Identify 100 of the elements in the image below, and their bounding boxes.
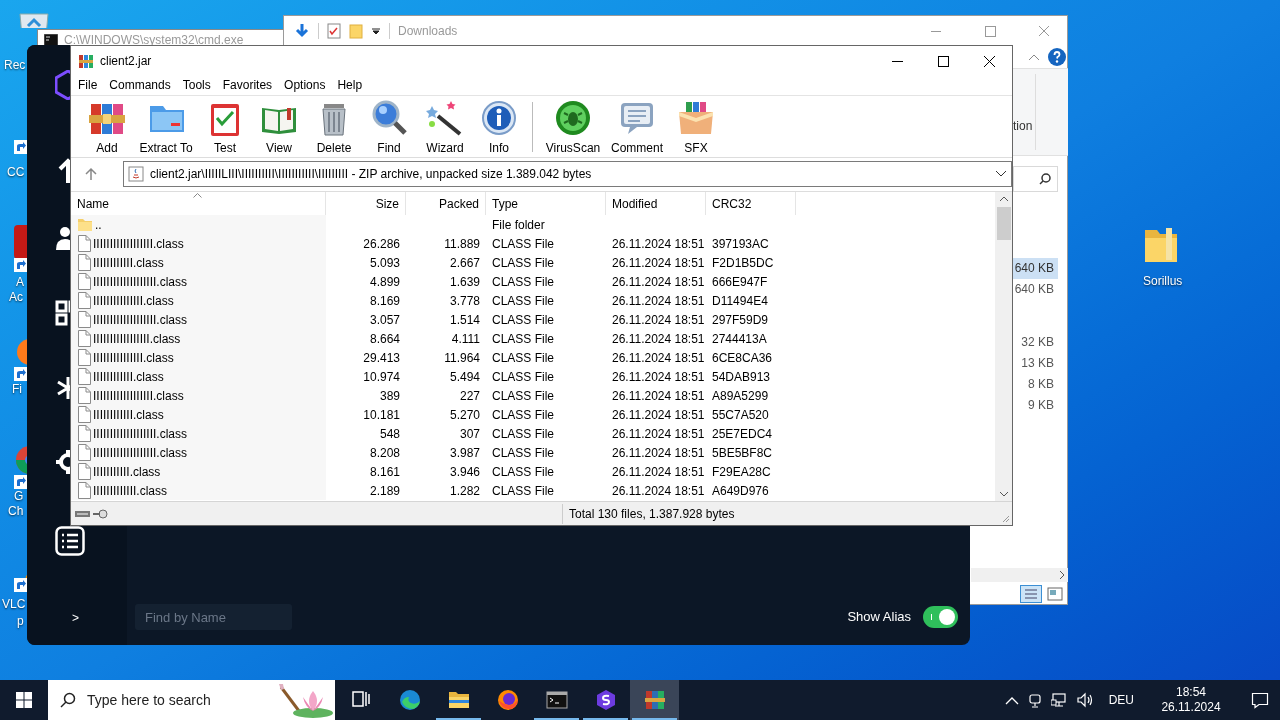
icon-label: A bbox=[16, 275, 24, 289]
dropdown-icon bbox=[995, 170, 1007, 179]
table-cell-text: CLASS File bbox=[492, 349, 555, 367]
toolbar-button[interactable]: Delete bbox=[308, 97, 360, 156]
table-cell-text: F29EA28C bbox=[712, 463, 771, 481]
details-view-icon[interactable] bbox=[1020, 585, 1042, 603]
table-cell-text: D11494E4 bbox=[712, 292, 768, 310]
toolbar-button[interactable]: Add bbox=[82, 97, 132, 156]
file-name: IIIIIIIIIII.class bbox=[93, 463, 161, 481]
column-header[interactable]: Type bbox=[486, 192, 606, 216]
menu-item[interactable]: Options bbox=[279, 76, 331, 95]
file-name: IIIIIIIIIIIII.class bbox=[93, 482, 167, 500]
table-cell-text: 26.11.2024 18:51 bbox=[612, 235, 705, 253]
list-icon[interactable] bbox=[55, 526, 85, 556]
browser-icon bbox=[398, 689, 421, 711]
table-cell-text: 26.11.2024 18:51 bbox=[612, 330, 705, 348]
menu-item[interactable]: File bbox=[73, 76, 103, 95]
minimize-icon bbox=[931, 30, 941, 32]
speaker-icon[interactable] bbox=[1075, 692, 1094, 708]
ribbon-label: tion bbox=[1013, 118, 1033, 135]
table-cell-text: 11.964 bbox=[444, 349, 480, 367]
toolbar-button[interactable]: Wizard bbox=[418, 97, 472, 156]
table-cell-text: 26.11.2024 18:51 bbox=[612, 463, 705, 481]
table-cell-text: 26.11.2024 18:51 bbox=[612, 254, 705, 272]
column-header[interactable]: Packed bbox=[406, 192, 486, 216]
browser-icon bbox=[496, 689, 519, 711]
disk-key-icon bbox=[74, 507, 110, 520]
table-cell-text: 297F59D9 bbox=[712, 311, 769, 329]
window-title: client2.jar bbox=[100, 53, 153, 70]
table-cell-text: CLASS File bbox=[492, 368, 555, 386]
toolbar-button[interactable]: SFX bbox=[667, 97, 725, 156]
dropdown-icon[interactable] bbox=[371, 26, 381, 36]
menu-item[interactable]: Tools bbox=[177, 76, 216, 95]
toolbar-button[interactable]: Comment bbox=[607, 97, 667, 156]
toolbar-button[interactable]: Find bbox=[360, 97, 418, 156]
clock[interactable]: 18:54 26.11.2024 bbox=[1155, 685, 1227, 715]
table-cell-text: CLASS File bbox=[492, 235, 555, 253]
search-field[interactable]: Find by Name bbox=[135, 604, 292, 630]
table-cell-text: CLASS File bbox=[492, 254, 555, 272]
toolbar-button[interactable]: Extract To bbox=[132, 97, 200, 156]
icon-label: Ac bbox=[9, 290, 23, 304]
menu-item[interactable]: Commands bbox=[104, 76, 176, 95]
table-cell-text: 666E947F bbox=[712, 273, 768, 291]
toolbar-button[interactable]: Info bbox=[472, 97, 526, 156]
table-cell-text: 26.11.2024 18:51 bbox=[612, 273, 705, 291]
table-cell-text: 397193AC bbox=[712, 235, 769, 253]
file-name: IIIIIIIIIIIIIIIIIII.class bbox=[93, 273, 188, 291]
download-arrow-icon[interactable] bbox=[294, 23, 310, 39]
window-title: C:\WINDOWS\system32\cmd.exe bbox=[64, 32, 244, 49]
path-field[interactable]: client2.jar\IIIIILIII\IIIIIIIIII\IIIIIIIIIII\IIIIIIIII - ZIP archive, unpacked size 1.389.042 bytes bbox=[123, 161, 1012, 188]
app-shortcut-icon[interactable] bbox=[14, 225, 27, 273]
table-cell-text: 2.667 bbox=[449, 254, 480, 272]
table-cell-text: 1.514 bbox=[449, 311, 480, 329]
file-size-cell-text: 13 KB bbox=[1020, 355, 1055, 372]
scroll-right-icon[interactable] bbox=[1058, 570, 1066, 580]
table-cell-text: 8.161 bbox=[369, 463, 400, 481]
file-size-cell-text: 8 KB bbox=[1027, 376, 1055, 393]
logo-icon[interactable] bbox=[55, 70, 70, 100]
column-header[interactable]: CRC32 bbox=[706, 192, 796, 216]
scroll-thumb[interactable] bbox=[996, 207, 1011, 241]
file-size-cell-text: 640 KB bbox=[1013, 281, 1055, 298]
vertical-scrollbar[interactable] bbox=[995, 192, 1012, 502]
column-header[interactable]: Modified bbox=[606, 192, 706, 216]
resize-grip-icon bbox=[1000, 513, 1010, 523]
shortcut-icon[interactable] bbox=[14, 140, 27, 154]
toolbar-button[interactable]: Test bbox=[200, 97, 250, 156]
table-cell-text: 54DAB913 bbox=[712, 368, 771, 386]
table-cell-text: 29.413 bbox=[363, 349, 400, 367]
table-cell-text: CLASS File bbox=[492, 273, 555, 291]
chevron-up-icon[interactable] bbox=[1004, 695, 1019, 705]
table-cell-text: 26.11.2024 18:51 bbox=[612, 406, 705, 424]
table-cell-text: 5.093 bbox=[369, 254, 400, 272]
checklist-icon[interactable] bbox=[327, 23, 341, 39]
search-field[interactable] bbox=[1013, 166, 1058, 192]
thumbnail-view-icon[interactable] bbox=[1046, 585, 1064, 603]
console-icon bbox=[44, 34, 58, 46]
toggle-switch[interactable] bbox=[923, 606, 958, 628]
menu-item[interactable]: Favorites bbox=[217, 76, 278, 95]
table-cell-text: 26.11.2024 18:51 bbox=[612, 482, 705, 500]
horizontal-scrollbar[interactable] bbox=[971, 568, 1068, 582]
help-icon[interactable] bbox=[1048, 48, 1066, 66]
close-icon bbox=[1039, 26, 1049, 36]
toolbar-button[interactable]: View bbox=[250, 97, 308, 156]
table-cell-text: 2744413A bbox=[712, 330, 767, 348]
language-indicator[interactable]: DEU bbox=[1108, 691, 1134, 709]
menu-item[interactable]: Help bbox=[332, 76, 368, 95]
table-cell-text: 26.286 bbox=[363, 235, 400, 253]
toolbar-button[interactable]: VirusScan bbox=[539, 97, 607, 156]
table-cell-text: 26.11.2024 18:51 bbox=[612, 387, 705, 405]
camera-icon[interactable] bbox=[1027, 692, 1042, 708]
icon-label: Rec bbox=[4, 58, 26, 72]
prompt-symbol: > bbox=[72, 610, 79, 627]
table-cell-text: 1.282 bbox=[449, 482, 480, 500]
hexagon-logo-icon bbox=[594, 689, 617, 711]
table-cell-text: CLASS File bbox=[492, 425, 555, 443]
column-header[interactable]: Size bbox=[326, 192, 406, 216]
search-field[interactable]: Type here to search bbox=[48, 680, 335, 720]
notification-icon bbox=[1251, 691, 1269, 709]
table-cell-text: 4.899 bbox=[369, 273, 400, 291]
file-name: IIIIIIIIIIII.class bbox=[93, 368, 164, 386]
